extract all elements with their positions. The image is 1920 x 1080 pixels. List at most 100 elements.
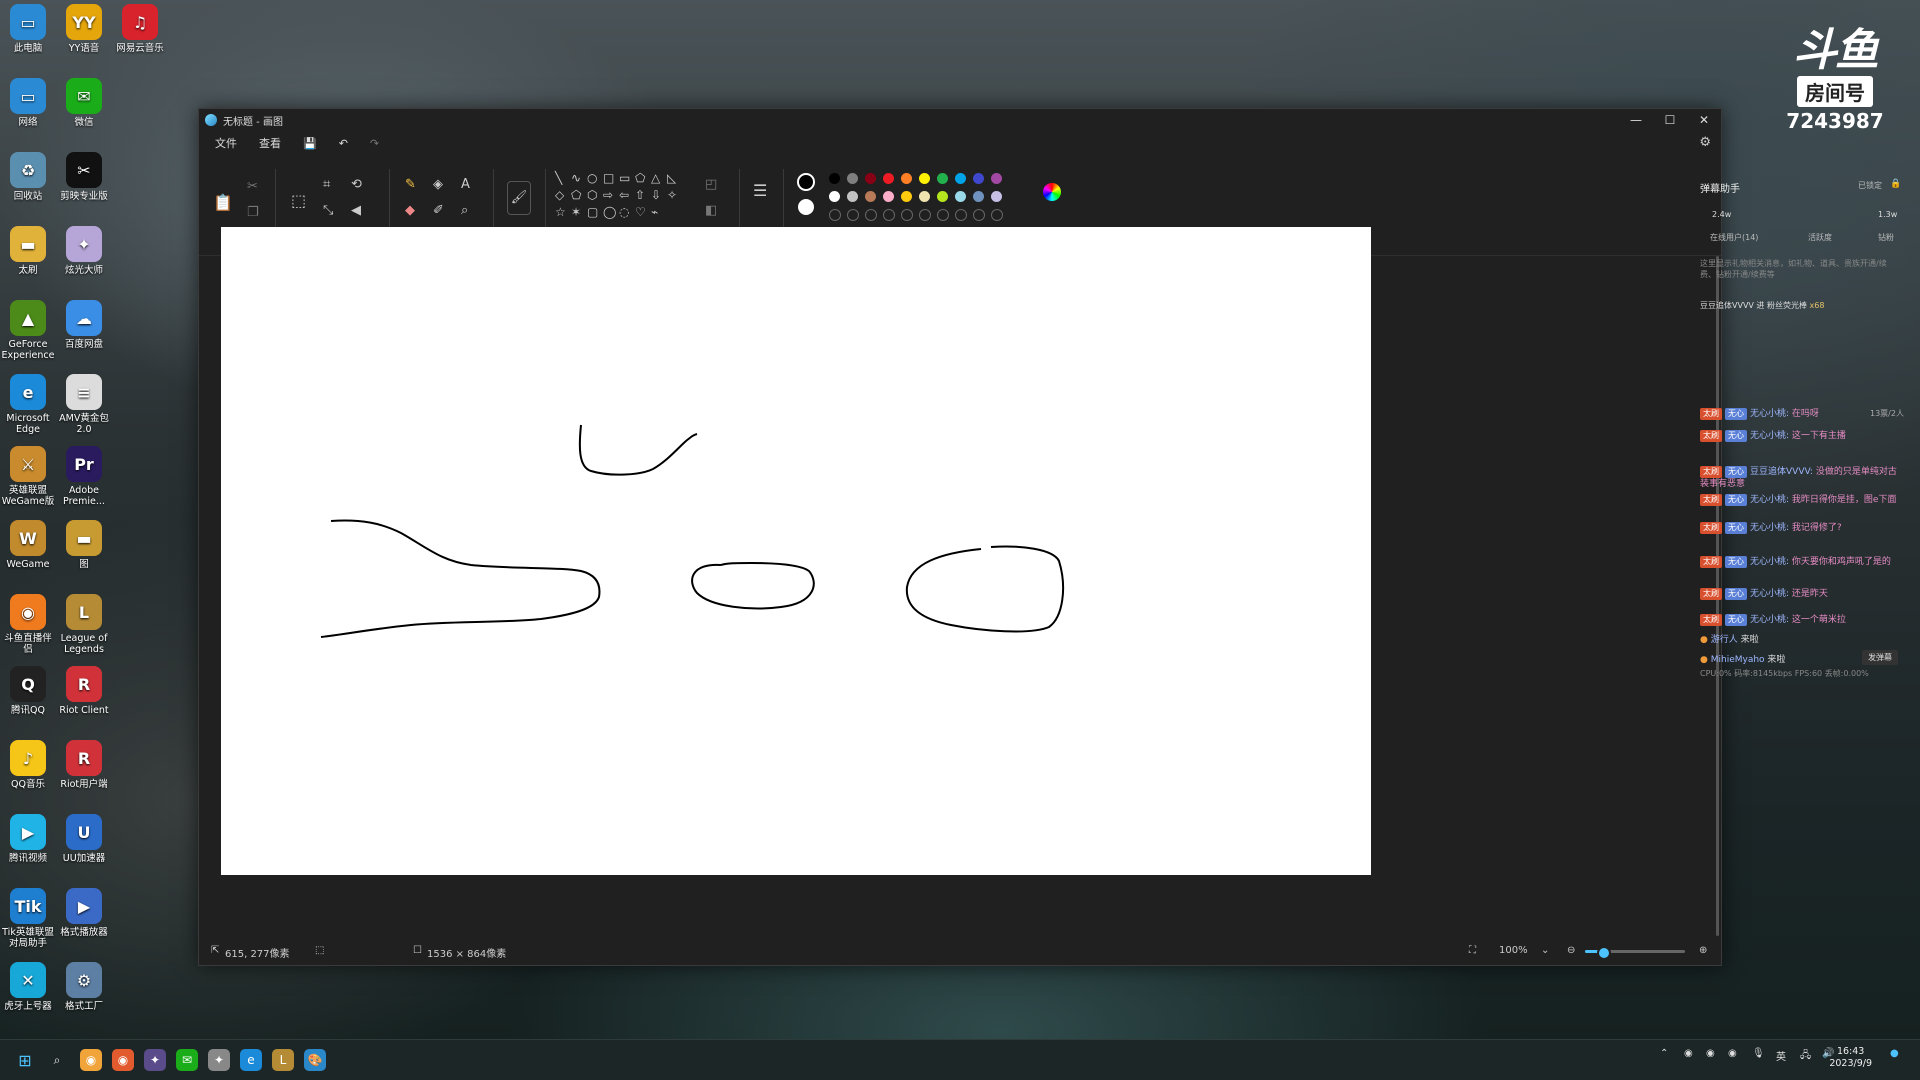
shape-option[interactable]: ✶ xyxy=(571,205,581,219)
zoom-in-icon[interactable]: ⊕ xyxy=(1699,945,1707,956)
desktop-icon[interactable]: ✕ 虎牙上号器 xyxy=(0,962,56,1012)
color-swatch[interactable] xyxy=(973,209,985,221)
shape-option[interactable]: ◺ xyxy=(667,171,676,185)
resize-icon[interactable]: ⤡ xyxy=(323,203,333,218)
color-swatch[interactable] xyxy=(937,191,948,202)
shape-option[interactable]: ∿ xyxy=(571,171,581,185)
desktop-icon[interactable]: YY YY语音 xyxy=(56,4,112,54)
color-picker-icon[interactable]: ✐ xyxy=(433,203,444,218)
chat-user[interactable]: 无心小桃: xyxy=(1750,615,1789,625)
color-swatch[interactable] xyxy=(973,191,984,202)
edge-icon[interactable]: e xyxy=(240,1049,262,1071)
outline-icon[interactable]: ◰ xyxy=(705,177,717,192)
zoom-dropdown[interactable]: 100% xyxy=(1499,945,1528,956)
color-swatch[interactable] xyxy=(883,191,894,202)
shape-option[interactable]: ╲ xyxy=(555,171,562,185)
shape-option[interactable]: ◯ xyxy=(603,205,616,219)
shape-option[interactable]: ◌ xyxy=(619,205,629,219)
tray-app-icon[interactable]: ◉ xyxy=(1684,1048,1693,1059)
flip-icon[interactable]: ◀ xyxy=(351,203,361,218)
shape-option[interactable]: ♡ xyxy=(635,205,646,219)
cut-icon[interactable]: ✂ xyxy=(247,179,258,194)
shape-option[interactable]: ⇨ xyxy=(603,188,613,202)
network-icon[interactable]: 🖧 xyxy=(1800,1048,1811,1065)
shape-option[interactable]: ☆ xyxy=(555,205,566,219)
save-icon[interactable]: 💾 xyxy=(297,135,323,152)
chat-user[interactable]: 无心小桃: xyxy=(1750,495,1789,505)
desktop-icon[interactable]: ✉ 微信 xyxy=(56,78,112,128)
clock[interactable]: 16:43 2023/9/9 xyxy=(1829,1046,1872,1070)
desktop-icon[interactable]: R Riot Client xyxy=(56,666,112,716)
join-user[interactable]: 游行人 xyxy=(1711,635,1738,645)
desktop-icon[interactable]: ▭ 此电脑 xyxy=(0,4,56,54)
shape-option[interactable]: ⌁ xyxy=(651,205,658,219)
color-swatch[interactable] xyxy=(865,173,876,184)
undo-icon[interactable]: ↶ xyxy=(333,135,354,152)
lock-icon[interactable]: 🔒 xyxy=(1890,179,1901,189)
edit-colors-icon[interactable] xyxy=(1043,183,1061,201)
tab-diamond-fans[interactable]: 钻粉 xyxy=(1878,232,1894,243)
desktop-icon[interactable]: ✂ 剪映专业版 xyxy=(56,152,112,202)
color-swatch[interactable] xyxy=(991,173,1002,184)
chat-user[interactable]: 无心小桃: xyxy=(1750,589,1789,599)
menu-file[interactable]: 文件 xyxy=(209,133,243,153)
pencil-icon[interactable]: ✎ xyxy=(405,177,416,192)
shape-option[interactable]: ⬡ xyxy=(587,188,597,202)
color-swatch[interactable] xyxy=(847,173,858,184)
tray-app-icon-3[interactable]: ◉ xyxy=(1728,1048,1737,1059)
color-swatch[interactable] xyxy=(829,191,840,202)
ime-indicator[interactable]: 英 xyxy=(1776,1048,1786,1063)
desktop-icon[interactable]: ▬ 太刷 xyxy=(0,226,56,276)
taskbar-app-1[interactable]: ◉ xyxy=(80,1049,102,1071)
desktop-icon[interactable]: ▬ 图 xyxy=(56,520,112,570)
secondary-color[interactable] xyxy=(798,199,814,215)
tray-chevron-icon[interactable]: ⌃ xyxy=(1660,1048,1668,1059)
zoom-slider[interactable] xyxy=(1585,946,1685,960)
shape-option[interactable]: ✧ xyxy=(667,188,677,202)
desktop-icon[interactable]: ≡ AMV黄金包2.0 xyxy=(56,374,112,435)
color-swatch[interactable] xyxy=(847,191,858,202)
search-icon[interactable]: ⌕ xyxy=(46,1049,68,1071)
desktop-icon[interactable]: ▲ GeForce Experience xyxy=(0,300,56,361)
redo-icon[interactable]: ↷ xyxy=(364,135,385,152)
magnifier-icon[interactable]: ⌕ xyxy=(461,203,468,218)
color-swatch[interactable] xyxy=(937,209,949,221)
zoom-out-icon[interactable]: ⊖ xyxy=(1567,945,1575,956)
pinned-label[interactable]: 已锁定 xyxy=(1858,180,1882,191)
desktop-icon[interactable]: Tik Tik英雄联盟对局助手 xyxy=(0,888,56,949)
shape-fill-icon[interactable]: ◧ xyxy=(705,203,717,218)
shape-option[interactable]: ⬠ xyxy=(635,171,645,185)
desktop-icon[interactable]: ▭ 网络 xyxy=(0,78,56,128)
fit-window-icon[interactable]: ⛶ xyxy=(1469,945,1476,956)
line-size-icon[interactable]: ☰ xyxy=(753,181,767,200)
desktop-icon[interactable]: Pr Adobe Premie... xyxy=(56,446,112,507)
desktop-icon[interactable]: ☁ 百度网盘 xyxy=(56,300,112,350)
desktop-icon[interactable]: Q 腾讯QQ xyxy=(0,666,56,716)
color-swatch[interactable] xyxy=(865,209,877,221)
color-swatch[interactable] xyxy=(901,191,912,202)
color-swatch[interactable] xyxy=(991,209,1003,221)
color-swatch[interactable] xyxy=(883,209,895,221)
desktop-icon[interactable]: e Microsoft Edge xyxy=(0,374,56,435)
taskbar-app-2[interactable]: ◉ xyxy=(112,1049,134,1071)
desktop-icon[interactable]: ♫ 网易云音乐 xyxy=(112,4,168,54)
shape-option[interactable]: □ xyxy=(603,171,614,185)
color-swatch[interactable] xyxy=(829,173,840,184)
start-icon[interactable]: ⊞ xyxy=(14,1049,36,1071)
paint-taskbar-icon[interactable]: 🎨 xyxy=(304,1049,326,1071)
wechat-icon[interactable]: ✉ xyxy=(176,1049,198,1071)
color-swatch[interactable] xyxy=(937,173,948,184)
rotate-icon[interactable]: ⟲ xyxy=(351,177,362,192)
color-swatch[interactable] xyxy=(973,173,984,184)
color-swatch[interactable] xyxy=(919,209,931,221)
select-icon[interactable]: ⬚ xyxy=(291,191,306,210)
color-swatch[interactable] xyxy=(955,209,967,221)
menu-view[interactable]: 查看 xyxy=(253,133,287,153)
eraser-icon[interactable]: ◆ xyxy=(405,203,415,218)
copy-icon[interactable]: ❐ xyxy=(247,205,259,220)
desktop-icon[interactable]: ♪ QQ音乐 xyxy=(0,740,56,790)
chat-user[interactable]: 无心小桃: xyxy=(1750,557,1789,567)
maximize-button[interactable]: ☐ xyxy=(1653,109,1687,131)
text-icon[interactable]: A xyxy=(461,177,470,192)
desktop-icon[interactable]: ▶ 格式播放器 xyxy=(56,888,112,938)
